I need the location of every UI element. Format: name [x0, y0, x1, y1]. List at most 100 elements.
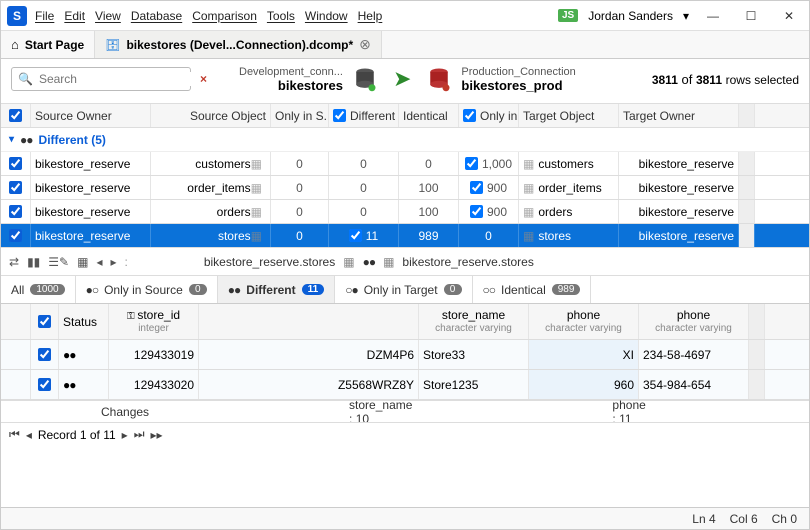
filter-tab-different[interactable]: ●●Different11 — [218, 276, 335, 303]
col-phone-2[interactable]: phone character varying — [639, 304, 749, 339]
cell-phone-2: 234-58-4697 — [639, 340, 749, 369]
col-only-target[interactable]: Only in T — [459, 104, 519, 127]
search-input[interactable] — [39, 72, 194, 86]
search-clear-icon[interactable]: × — [200, 72, 207, 86]
user-dropdown-icon[interactable]: ▾ — [683, 9, 689, 23]
col-identical[interactable]: Identical — [399, 104, 459, 127]
nav-prev-icon[interactable]: ◂ — [26, 428, 32, 442]
tab-dcomp[interactable]: 🗄 bikestores (Devel...Connection).dcomp*… — [95, 31, 382, 58]
row-checkbox[interactable] — [9, 229, 22, 242]
filter-tab-identical[interactable]: ○○Identical989 — [473, 276, 592, 303]
cell-phone-1: 960 — [529, 370, 639, 399]
close-button[interactable]: ✕ — [775, 6, 803, 26]
col-store-id[interactable]: ⚿ store_id integer — [109, 304, 199, 339]
onlyt-checkbox[interactable] — [465, 157, 478, 170]
cell-different: 0 — [329, 200, 399, 223]
cell-phone-1: XI — [529, 340, 639, 369]
menu-tools[interactable]: Tools — [267, 9, 295, 23]
table-icon — [523, 205, 534, 219]
table-icon — [251, 157, 262, 171]
table-icon — [523, 181, 534, 195]
tab-close-icon[interactable]: ⊗ — [359, 36, 371, 53]
scrollbar[interactable] — [739, 224, 755, 247]
col-source-object[interactable]: Source Object — [151, 104, 271, 127]
nav-more-icon[interactable]: ▸▸ — [151, 428, 163, 442]
row-checkbox[interactable] — [9, 181, 22, 194]
object-row[interactable]: bikestore_reservecustomers 0001,000 cust… — [1, 152, 809, 176]
object-row[interactable]: bikestore_reserveorder_items 00100900 or… — [1, 176, 809, 200]
tab-start-page[interactable]: ⌂ Start Page — [1, 31, 95, 58]
search-icon: 🔍 — [18, 72, 33, 86]
form-view-icon[interactable]: ☰✎ — [48, 255, 69, 269]
col-only-source[interactable]: Only in S... — [271, 104, 329, 127]
row-checkbox[interactable] — [9, 205, 22, 218]
col-onlyt-checkbox[interactable] — [463, 109, 476, 122]
cell-identical: 989 — [399, 224, 459, 247]
scrollbar[interactable] — [749, 370, 765, 399]
filter-tab-only-in-source[interactable]: ●○Only in Source0 — [76, 276, 218, 303]
cell-store-name: Store33 — [419, 340, 529, 369]
object-row[interactable]: bikestore_reservestores 0119890 storesbi… — [1, 224, 809, 248]
onlyt-checkbox[interactable] — [470, 181, 483, 194]
bullet-icon: ●● — [228, 283, 241, 297]
target-connection-name: Production_Connection — [461, 66, 575, 78]
select-all-checkbox[interactable] — [9, 109, 22, 122]
row-checkbox[interactable] — [38, 378, 51, 391]
col-status[interactable]: Status — [59, 304, 109, 339]
menu-edit[interactable]: Edit — [64, 9, 85, 23]
nav-first-icon[interactable]: ⏮ — [9, 427, 20, 442]
col-different[interactable]: Different — [329, 104, 399, 127]
grid-view-icon[interactable]: ▦ — [77, 255, 88, 269]
menu-view[interactable]: View — [95, 9, 121, 23]
cell-only-source: 0 — [271, 224, 329, 247]
object-row[interactable]: bikestore_reserveorders 00100900 ordersb… — [1, 200, 809, 224]
nav-left-icon[interactable]: ◂ — [96, 255, 102, 269]
scrollbar[interactable] — [739, 176, 755, 199]
onlyt-checkbox[interactable] — [470, 205, 483, 218]
diff-checkbox[interactable] — [349, 229, 362, 242]
scrollbar[interactable] — [739, 200, 755, 223]
record-indicator: Record 1 of 11 — [38, 428, 116, 442]
row-checkbox[interactable] — [9, 157, 22, 170]
menu-help[interactable]: Help — [358, 9, 383, 23]
home-icon: ⌂ — [11, 37, 19, 52]
col-target-owner[interactable]: Target Owner — [619, 104, 739, 127]
user-name[interactable]: Jordan Sanders — [588, 9, 673, 23]
mid-left-label: bikestore_reserve.stores — [204, 255, 335, 269]
col-different-checkbox[interactable] — [333, 109, 346, 122]
columns-icon[interactable]: ▮▮ — [27, 255, 40, 269]
row-checkbox[interactable] — [38, 348, 51, 361]
menu-file[interactable]: File — [35, 9, 54, 23]
filter-tab-only-in-target[interactable]: ○●Only in Target0 — [335, 276, 472, 303]
minimize-button[interactable]: — — [699, 6, 727, 26]
status-bar: Ln 4 Col 6 Ch 0 — [1, 507, 809, 529]
filter-tab-all[interactable]: All1000 — [1, 276, 76, 303]
cell-source-object: orders — [151, 200, 271, 223]
detail-row[interactable]: ●●129433019DZM4P6Store33XI234-58-4697 — [1, 340, 809, 370]
menu-comparison[interactable]: Comparison — [192, 9, 257, 23]
col-store-name[interactable]: store_name character varying — [419, 304, 529, 339]
cell-target-owner: bikestore_reserve — [619, 152, 739, 175]
menu-window[interactable]: Window — [305, 9, 348, 23]
detail-select-all[interactable] — [38, 315, 51, 328]
cell-only-source: 0 — [271, 200, 329, 223]
cell-different: 11 — [329, 224, 399, 247]
filter-label: All — [11, 283, 24, 297]
maximize-button[interactable]: ☐ — [737, 6, 765, 26]
menu-database[interactable]: Database — [131, 9, 182, 23]
col-phone-1[interactable]: phone character varying — [529, 304, 639, 339]
col-source-owner[interactable]: Source Owner — [31, 104, 151, 127]
sync-icon[interactable]: ⇄ — [9, 255, 19, 269]
group-different[interactable]: ▾ ●● Different (5) — [1, 128, 809, 152]
scrollbar[interactable] — [749, 340, 765, 369]
filter-tabs: All1000●○Only in Source0●●Different11○●O… — [1, 276, 809, 304]
nav-last-icon[interactable]: ⏭ — [134, 427, 145, 442]
cell-phone-2: 354-984-654 — [639, 370, 749, 399]
cell-source-owner: bikestore_reserve — [31, 224, 151, 247]
changes-summary: Changes store_name : 10 phone : 11 e — [1, 400, 809, 422]
nav-right-icon[interactable]: ▸ — [110, 255, 116, 269]
col-target-object[interactable]: Target Object — [519, 104, 619, 127]
scrollbar[interactable] — [739, 152, 755, 175]
nav-next-icon[interactable]: ▸ — [122, 428, 128, 442]
detail-row[interactable]: ●●129433020Z5568WRZ8YStore1235960354-984… — [1, 370, 809, 400]
